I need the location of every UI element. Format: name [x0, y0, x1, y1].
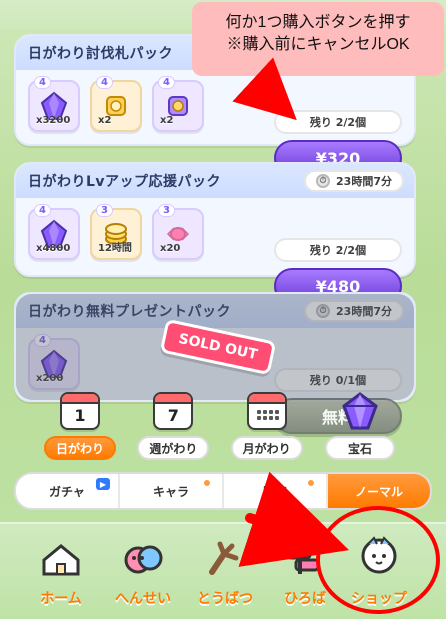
period-monthly[interactable]: 月がわり — [227, 392, 307, 462]
shop-screen: 日がわり討伐札パック 4 x3200 4 x2 4 x2 残り 2/2個 ¥32… — [0, 0, 446, 619]
period-filter-row: 1 日がわり 7 週がわり 月がわり 宝石 — [40, 392, 400, 462]
remaining-count: 残り 2/2個 — [274, 238, 402, 262]
clock-icon: ⏱ — [316, 174, 331, 188]
calendar-month-icon — [246, 392, 287, 430]
nav-label: ひろば — [284, 591, 326, 607]
item-quantity: x20 — [160, 243, 181, 254]
battle-icon — [198, 534, 252, 580]
rarity-badge: 4 — [158, 76, 175, 89]
pack-item[interactable]: 4 x2 — [90, 76, 142, 132]
calendar-7-icon: 7 — [153, 392, 194, 430]
clock-icon: ⏱ — [316, 304, 331, 318]
pack-item[interactable]: 4 x2 — [152, 76, 204, 132]
pack-item[interactable]: 4 x4800 — [28, 204, 80, 260]
remaining-count: 残り 2/2個 — [274, 110, 402, 134]
pack-item[interactable]: 4 x3200 — [28, 76, 80, 132]
item-quantity: x2 — [160, 115, 174, 126]
notification-dot — [202, 478, 212, 488]
period-gems[interactable]: 宝石 — [320, 392, 400, 462]
rarity-badge: 3 — [96, 204, 113, 217]
item-quantity: x2 — [98, 115, 112, 126]
plaza-icon — [278, 534, 332, 580]
pack-body: 4 x4800 3 12時間 3 x20 残り 2/2個 ¥480 — [16, 198, 414, 304]
nav-label: ホーム — [40, 591, 82, 607]
tab-label: ノーマル — [354, 484, 403, 499]
pack-header: 日がわり無料プレゼントパック ⏱ 23時間7分 — [16, 294, 414, 328]
tab-limited[interactable]: 限定 — [224, 474, 328, 508]
home-icon — [34, 534, 88, 580]
play-icon: ▶ — [96, 478, 110, 490]
instruction-callout: 何か1つ購入ボタンを押す ※購入前にキャンセルOK — [192, 2, 444, 76]
pack-item[interactable]: 3 12時間 — [90, 204, 142, 260]
pack-title: 日がわり無料プレゼントパック — [28, 304, 231, 320]
time-remaining: ⏱ 23時間7分 — [304, 170, 404, 192]
pack-header: 日がわりLvアップ応援パック ⏱ 23時間7分 — [16, 164, 414, 198]
tab-normal[interactable]: ノーマル — [328, 474, 430, 508]
callout-line-1: 何か1つ購入ボタンを押す — [225, 14, 411, 31]
tab-label: 限定 — [262, 484, 287, 499]
calendar-1-icon: 1 — [60, 392, 100, 430]
pack-item[interactable]: 3 x20 — [152, 204, 204, 260]
nav-team[interactable]: へんせい — [100, 534, 186, 619]
rarity-badge: 4 — [34, 334, 51, 347]
period-label: 週がわり — [137, 436, 210, 460]
pack-item[interactable]: 4 x200 — [28, 334, 80, 390]
shop-tabs: ガチャ ▶ キャラ 限定 ノーマル — [14, 472, 432, 510]
daily-pack-2: 日がわりLvアップ応援パック ⏱ 23時間7分 4 x4800 3 12時間 3… — [14, 162, 416, 304]
nav-label: とうばつ — [197, 591, 253, 607]
bottom-navigation: ホーム へんせい とうばつ ひろば ショップ — [0, 522, 446, 619]
team-icon — [116, 534, 170, 580]
pack-title: 日がわり討伐札パック — [28, 46, 173, 62]
period-weekly[interactable]: 7 週がわり — [133, 392, 213, 462]
period-label: 月がわり — [230, 436, 303, 460]
timer-text: 23時間7分 — [336, 305, 392, 318]
shop-icon — [352, 534, 406, 580]
item-quantity: 12時間 — [98, 243, 132, 254]
nav-home[interactable]: ホーム — [18, 534, 104, 619]
nav-label: ショップ — [351, 591, 407, 607]
pack-title: 日がわりLvアップ応援パック — [28, 174, 222, 190]
notification-dot — [306, 478, 316, 488]
tab-label: キャラ — [152, 484, 189, 499]
period-daily[interactable]: 1 日がわり — [40, 392, 120, 462]
rarity-badge: 3 — [158, 204, 175, 217]
pack-body: 4 x3200 4 x2 4 x2 残り 2/2個 ¥320 — [16, 70, 414, 176]
callout-line-2: ※購入前にキャンセルOK — [226, 36, 410, 53]
tab-label: ガチャ — [49, 484, 85, 499]
item-quantity: x200 — [36, 373, 64, 384]
tab-gacha[interactable]: ガチャ ▶ — [16, 474, 120, 508]
rarity-badge: 4 — [34, 76, 51, 89]
timer-text: 23時間7分 — [336, 175, 392, 188]
nav-shop[interactable]: ショップ — [336, 534, 422, 619]
rarity-badge: 4 — [96, 76, 113, 89]
tab-character[interactable]: キャラ — [120, 474, 224, 508]
rarity-badge: 4 — [34, 204, 51, 217]
nav-battle[interactable]: とうばつ — [182, 534, 268, 619]
remaining-count: 残り 0/1個 — [274, 368, 402, 392]
nav-label: へんせい — [115, 591, 171, 607]
time-remaining: ⏱ 23時間7分 — [304, 300, 404, 322]
period-label: 宝石 — [324, 436, 395, 460]
item-quantity: x3200 — [36, 115, 71, 126]
period-label: 日がわり — [43, 436, 116, 460]
gem-icon — [340, 392, 380, 430]
item-quantity: x4800 — [36, 243, 71, 254]
